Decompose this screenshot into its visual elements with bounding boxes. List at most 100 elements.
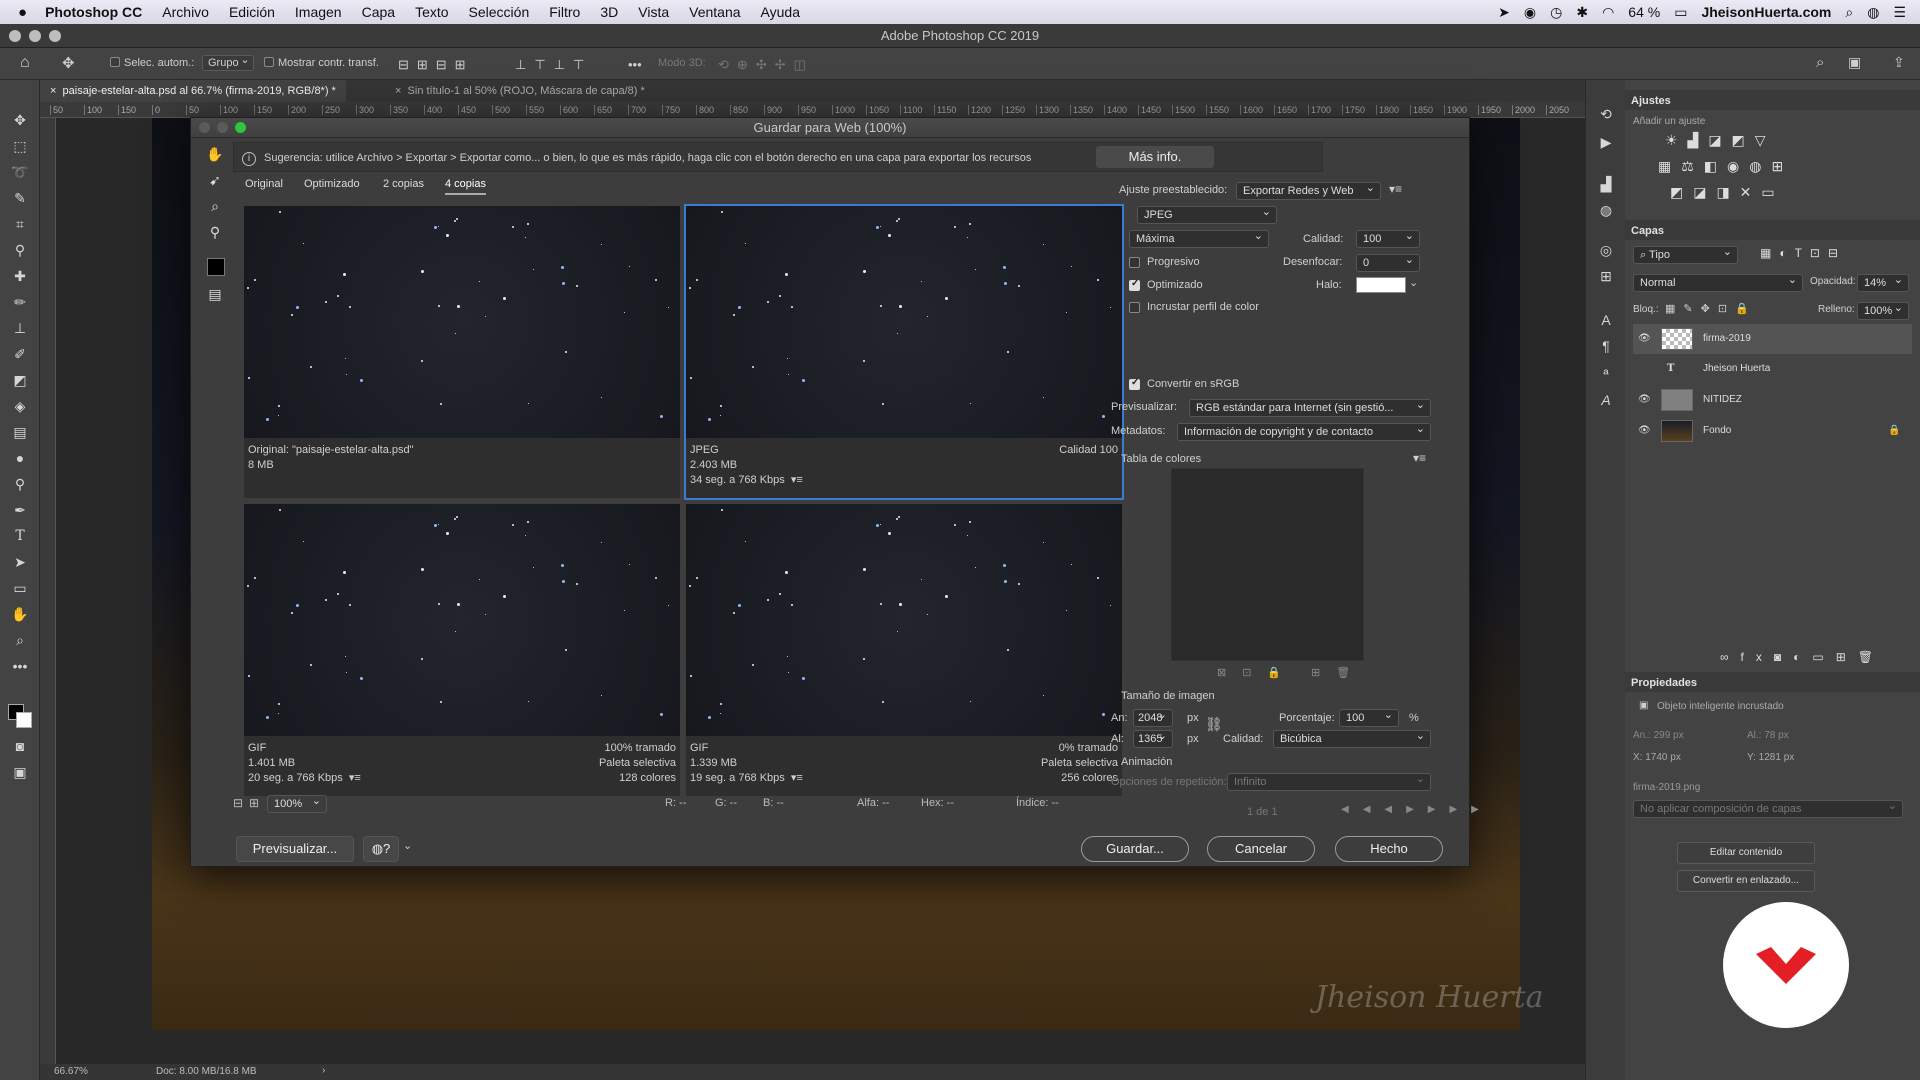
edit-contents-button[interactable]: Editar contenido <box>1677 842 1815 864</box>
width-field[interactable]: 2048 <box>1133 709 1173 727</box>
status-arrow-icon[interactable]: › <box>322 1065 325 1076</box>
quick-select-tool-icon[interactable]: ✎ <box>10 188 30 208</box>
character-styles-icon[interactable]: A <box>1596 392 1616 412</box>
tab-close-icon[interactable]: × <box>50 85 63 97</box>
stamp-tool-icon[interactable]: ⊥ <box>10 318 30 338</box>
brush-tool-icon[interactable]: ✏ <box>10 292 30 312</box>
hand-tool-icon[interactable]: ✋ <box>10 604 30 624</box>
dialog-zoom-button[interactable] <box>235 122 246 133</box>
hand-tool-icon[interactable]: ✋ <box>205 146 225 166</box>
marquee-tool-icon[interactable]: ⬚ <box>10 136 30 156</box>
status-zoom[interactable]: 66.67% <box>54 1066 88 1077</box>
dialog-minimize-button[interactable] <box>217 122 228 133</box>
location-icon[interactable]: ➤ <box>1498 4 1510 21</box>
battery-icon[interactable]: ▭ <box>1674 4 1687 21</box>
background-color-swatch[interactable] <box>16 712 32 728</box>
distribute-icons[interactable]: ⊥⊤⊥⊤ <box>515 57 592 73</box>
pane-menu-icon[interactable]: ▾≡ <box>788 474 803 486</box>
menu-capa[interactable]: Capa <box>352 4 405 20</box>
prop-y[interactable]: Y: 1281 px <box>1747 752 1794 763</box>
menu-edicion[interactable]: Edición <box>219 4 285 20</box>
preview-image[interactable] <box>686 206 1122 438</box>
rectangle-tool-icon[interactable]: ▭ <box>10 578 30 598</box>
visibility-eye-icon[interactable]: 👁 <box>1638 425 1651 436</box>
preview-in-browser-button[interactable]: Previsualizar... <box>236 836 354 862</box>
healing-brush-tool-icon[interactable]: ✚ <box>10 266 30 286</box>
format-select[interactable]: JPEG <box>1137 206 1277 224</box>
crop-tool-icon[interactable]: ⌗ <box>10 214 30 234</box>
type-tool-icon[interactable]: T <box>10 526 30 546</box>
eyedropper-tool-icon[interactable]: ⚲ <box>10 240 30 260</box>
convert-linked-button[interactable]: Convertir en enlazado... <box>1677 870 1815 892</box>
menu-ayuda[interactable]: Ayuda <box>751 4 810 20</box>
opacity-field[interactable]: 14% <box>1857 274 1909 292</box>
visibility-eye-icon[interactable]: 👁 <box>1638 333 1651 344</box>
layer-row-fondo[interactable]: 👁 Fondo 🔒 <box>1633 416 1912 446</box>
prop-width[interactable]: An.: 299 px <box>1633 730 1684 741</box>
notification-center-icon[interactable]: ☰ <box>1893 4 1906 21</box>
window-close-button[interactable] <box>9 30 21 42</box>
pane-menu-icon[interactable]: ▾≡ <box>346 772 361 784</box>
tab-2-up[interactable]: 2 copias <box>383 178 424 190</box>
window-zoom-button[interactable] <box>49 30 61 42</box>
dodge-tool-icon[interactable]: ⚲ <box>10 474 30 494</box>
blend-mode-select[interactable]: Normal <box>1633 274 1803 292</box>
search-icon[interactable]: ⌕ <box>1816 54 1824 71</box>
quick-mask-icon[interactable]: ◙ <box>10 736 30 756</box>
save-button[interactable]: Guardar... <box>1081 836 1189 862</box>
optimized-checkbox[interactable] <box>1129 278 1140 291</box>
history-brush-tool-icon[interactable]: ✐ <box>10 344 30 364</box>
matte-color-swatch[interactable] <box>1356 277 1406 293</box>
battery-percent[interactable]: 64 % <box>1628 4 1660 20</box>
height-field[interactable]: 1365 <box>1133 730 1173 748</box>
dialog-close-button[interactable] <box>199 122 210 133</box>
done-button[interactable]: Hecho <box>1335 836 1443 862</box>
zoom-level-select[interactable]: 100% <box>267 795 327 813</box>
tab-4-up[interactable]: 4 copias <box>445 178 486 195</box>
show-transform-checkbox[interactable]: Mostrar contr. transf. <box>264 57 379 69</box>
zoom-tool-icon[interactable]: ⌕ <box>10 630 30 650</box>
layers-header[interactable]: Capas <box>1625 220 1920 240</box>
preset-select[interactable]: Exportar Redes y Web <box>1236 182 1381 200</box>
preview-pane-gif-2[interactable]: GIF 1.339 MB 19 seg. a 768 Kbps ▾≡ 0% tram… <box>686 504 1122 796</box>
link-dimensions-icon[interactable]: ⛓ <box>1205 716 1223 733</box>
auto-select-target-select[interactable]: Grupo <box>202 53 254 71</box>
menu-3d[interactable]: 3D <box>590 4 628 20</box>
matte-chevron-icon[interactable]: ⌄ <box>1409 276 1418 289</box>
move-tool-preset-icon[interactable]: ✥ <box>62 54 75 72</box>
eyedropper-color-swatch[interactable] <box>207 258 225 276</box>
menu-filtro[interactable]: Filtro <box>539 4 590 20</box>
fill-field[interactable]: 100% <box>1857 302 1909 320</box>
browser-select-chevron-icon[interactable]: ⌄ <box>403 839 412 852</box>
preview-pane-jpeg[interactable]: JPEG 2.403 MB 34 seg. a 768 Kbps ▾≡ Calida… <box>684 204 1124 500</box>
progressive-checkbox[interactable] <box>1129 257 1140 268</box>
gradient-tool-icon[interactable]: ▤ <box>10 422 30 442</box>
menu-archivo[interactable]: Archivo <box>152 4 219 20</box>
adjustment-icons-row-2[interactable]: ▦⚖◧◉◍⊞ <box>1658 158 1793 175</box>
menu-app-name[interactable]: Photoshop CC <box>35 4 152 20</box>
blur-tool-icon[interactable]: ● <box>10 448 30 468</box>
metadata-select[interactable]: Información de copyright y de contacto <box>1177 423 1431 441</box>
history-panel-icon[interactable]: ⟲ <box>1596 106 1616 126</box>
color-table[interactable] <box>1171 468 1364 661</box>
apple-menu-icon[interactable]: ● <box>0 4 35 21</box>
zoom-out-icon[interactable]: ⊟ <box>233 796 243 810</box>
color-table-menu-icon[interactable]: ▾≡ <box>1413 451 1426 465</box>
pen-tool-icon[interactable]: ✒ <box>10 500 30 520</box>
channels-panel-icon[interactable]: ◎ <box>1596 242 1616 262</box>
record-icon[interactable]: ◉ <box>1524 4 1536 21</box>
menu-vista[interactable]: Vista <box>628 4 679 20</box>
adjustments-header[interactable]: Ajustes <box>1625 90 1920 110</box>
zoom-tool-icon[interactable]: ⌕ <box>205 198 225 218</box>
tab-paisaje[interactable]: × paisaje-estelar-alta.psd al 66.7% (fir… <box>40 80 346 102</box>
preset-menu-icon[interactable]: ▾≡ <box>1389 182 1402 196</box>
bluetooth-icon[interactable]: ✱ <box>1576 4 1588 21</box>
share-icon[interactable]: ⇪ <box>1893 54 1905 71</box>
path-selection-tool-icon[interactable]: ➤ <box>10 552 30 572</box>
menu-imagen[interactable]: Imagen <box>285 4 352 20</box>
color-table-actions-icons[interactable]: ⊞🗑 <box>1311 666 1366 679</box>
zoom-in-icon[interactable]: ⊞ <box>249 796 259 810</box>
spotlight-icon[interactable]: ⌕ <box>1845 4 1853 21</box>
adjustment-icons-row-1[interactable]: ☀▟◪◩▽ <box>1665 132 1776 149</box>
prop-height[interactable]: Al.: 78 px <box>1747 730 1789 741</box>
